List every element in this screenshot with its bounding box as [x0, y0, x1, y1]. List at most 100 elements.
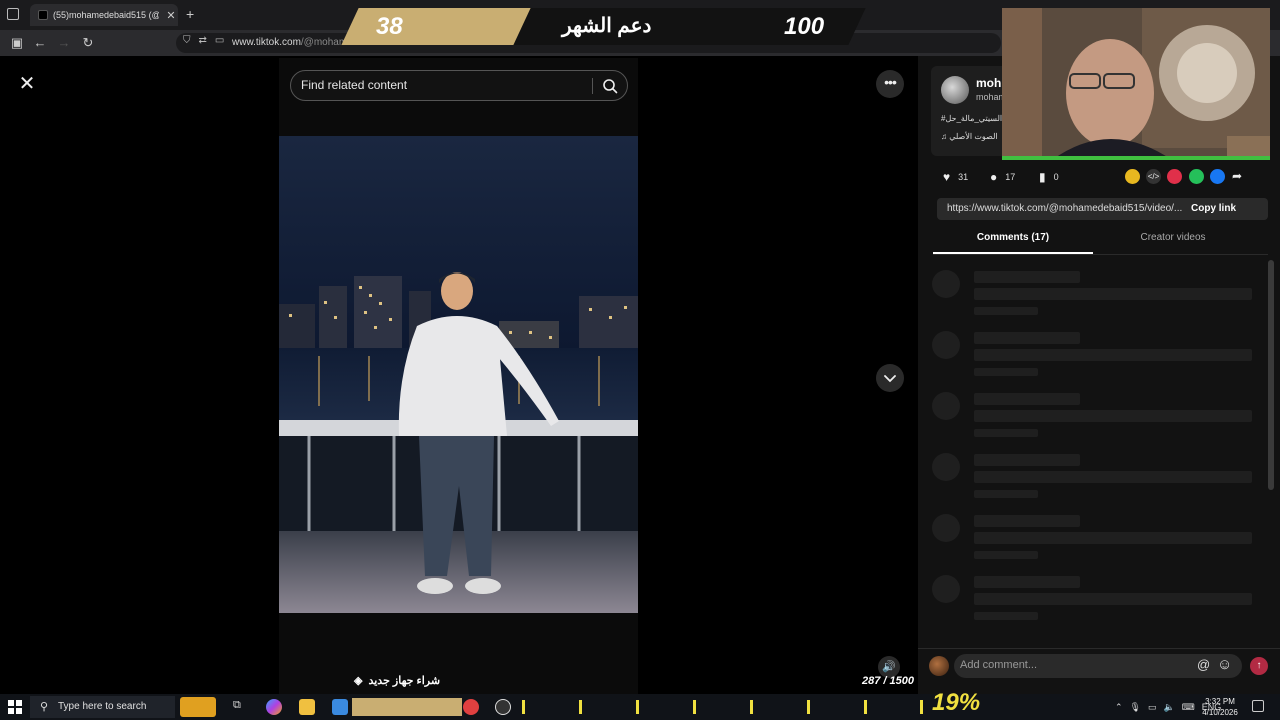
copy-link-button[interactable]: Copy link: [1191, 198, 1236, 220]
back-arrow-icon[interactable]: ←: [31, 34, 49, 52]
goal-percent: 19%: [932, 689, 981, 716]
skeleton-avatar: [932, 453, 960, 481]
touch-keyboard-icon[interactable]: ⌨: [1182, 702, 1195, 713]
user-avatar: [929, 656, 949, 676]
video-caption: #السيتي_مالة_حل: [941, 114, 1003, 123]
like-count: 31: [958, 172, 969, 182]
skeleton-line: [974, 551, 1038, 559]
page-info-icon[interactable]: ▭: [215, 35, 224, 46]
embed-icon[interactable]: </>: [1146, 169, 1161, 184]
forward-arrow-icon[interactable]: →: [55, 34, 73, 52]
browser-tab-tiktok[interactable]: (55)mohamedebaid515 (@ ✕: [30, 4, 178, 26]
skeleton-avatar: [932, 270, 960, 298]
pikachu-app-icon[interactable]: [180, 697, 216, 717]
goal-counter: 287 / 1500: [862, 675, 914, 687]
skeleton-line: [974, 612, 1038, 620]
music-note-icon: ♫: [941, 132, 947, 141]
search-icon[interactable]: [601, 77, 619, 95]
tabs-divider: [933, 254, 1268, 255]
mention-icon[interactable]: @: [1197, 657, 1210, 672]
author-avatar[interactable]: [941, 76, 969, 104]
comment-count: 17: [1005, 172, 1016, 182]
reload-icon[interactable]: ↻: [79, 34, 97, 52]
save-count: 0: [1053, 172, 1059, 182]
tab-comments[interactable]: Comments (17): [933, 232, 1093, 254]
webcam-image: [1002, 8, 1270, 160]
skeleton-avatar: [932, 392, 960, 420]
skeleton-line: [974, 393, 1080, 405]
media-app-icon[interactable]: [463, 699, 479, 715]
author-name[interactable]: moh: [976, 76, 1001, 90]
related-search-input[interactable]: [301, 78, 581, 92]
save-stat[interactable]: ▮ 0: [1039, 170, 1059, 184]
share-arrow-icon[interactable]: ➦: [1232, 169, 1242, 183]
next-video-button[interactable]: [876, 364, 904, 392]
buy-device-label: شراء جهاز جديد: [368, 675, 441, 687]
microphone-icon[interactable]: 🎙: [1130, 702, 1141, 713]
comments-scrollbar[interactable]: [1268, 260, 1274, 490]
address-bar-icons: ⛉ ⇄ ▭: [183, 35, 224, 46]
task-view-icon[interactable]: ⧉: [233, 699, 249, 715]
site-permissions-icon[interactable]: ⇄: [199, 35, 207, 46]
like-stat[interactable]: ♥ 31: [943, 170, 968, 184]
whatsapp-icon[interactable]: [1189, 169, 1204, 184]
file-explorer-icon[interactable]: [299, 699, 315, 715]
taskbar-search-box[interactable]: Type here to search: [30, 696, 175, 718]
goal-tick: [636, 700, 639, 714]
support-banner-overlay: 38 دعم الشهر 100: [340, 8, 870, 45]
store-icon[interactable]: [332, 699, 348, 715]
comment-stat[interactable]: ● 17: [990, 170, 1015, 184]
chevron-up-icon[interactable]: ⌃: [1115, 702, 1123, 713]
taskbar-clock[interactable]: 3:32 PM 4/10/2026: [1200, 696, 1240, 718]
window-menu-icon[interactable]: [7, 8, 19, 20]
comment-bubble-icon: ●: [990, 170, 998, 184]
skeleton-line: [974, 307, 1038, 315]
repost-icon[interactable]: [1125, 169, 1140, 184]
goal-tick: [750, 700, 753, 714]
skeleton-line: [974, 490, 1038, 498]
overlay-progress-strip: [352, 698, 462, 716]
skeleton-line: [974, 593, 1252, 605]
skeleton-line: [974, 368, 1038, 376]
network-icon[interactable]: ▭: [1148, 702, 1157, 713]
shield-icon[interactable]: ⛉: [183, 35, 191, 46]
skeleton-avatar: [932, 331, 960, 359]
tab-close-icon[interactable]: ✕: [164, 9, 178, 22]
skeleton-line: [974, 471, 1252, 483]
sidebar-toggle-icon[interactable]: ▣: [8, 34, 26, 52]
heart-icon: ♥: [943, 170, 951, 184]
banner-count-right: 100: [784, 13, 825, 40]
copilot-icon[interactable]: [266, 699, 282, 715]
goal-tick: [920, 700, 923, 714]
close-viewer-button[interactable]: ✕: [15, 72, 39, 96]
notifications-icon[interactable]: [1252, 700, 1264, 712]
skeleton-line: [974, 576, 1080, 588]
skeleton-line: [974, 429, 1038, 437]
video-player[interactable]: [279, 136, 638, 613]
send-icon[interactable]: [1167, 169, 1182, 184]
skeleton-line: [974, 515, 1080, 527]
new-tab-button[interactable]: +: [186, 6, 194, 22]
post-comment-button[interactable]: ↑: [1250, 657, 1268, 675]
goal-tick: [522, 700, 525, 714]
sound-row[interactable]: ♫ الصوت الأصلي: [941, 132, 998, 141]
tab-title: (55)mohamedebaid515 (@: [53, 10, 159, 20]
skeleton-line: [974, 288, 1252, 300]
skeleton-line: [974, 532, 1252, 544]
skeleton-line: [974, 410, 1252, 422]
tab-creator-videos[interactable]: Creator videos: [1093, 232, 1253, 254]
clock-time: 3:32 PM: [1205, 697, 1235, 706]
windows-start-icon[interactable]: [8, 700, 22, 714]
taskbar-search-icon: ⚲: [40, 701, 49, 713]
skeleton-avatar: [932, 514, 960, 542]
skeleton-avatar: [932, 575, 960, 603]
goal-tick: [864, 700, 867, 714]
emoji-icon[interactable]: ☺: [1217, 656, 1232, 673]
comment-input[interactable]: [960, 659, 1190, 671]
more-options-icon[interactable]: •••: [876, 70, 904, 98]
recorder-icon[interactable]: [495, 699, 511, 715]
sound-name: الصوت الأصلي: [949, 132, 998, 141]
speaker-icon[interactable]: 🔈: [1164, 702, 1175, 713]
search-divider: [592, 78, 593, 94]
facebook-icon[interactable]: [1210, 169, 1225, 184]
